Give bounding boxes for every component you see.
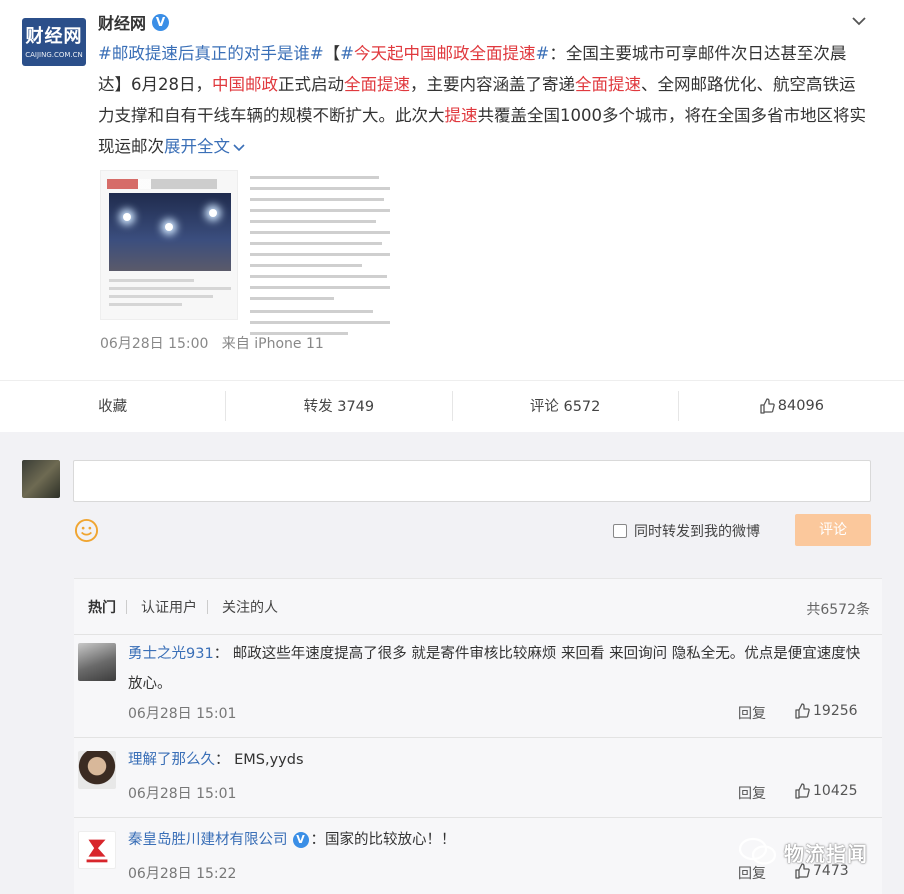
comment-avatar[interactable] [78, 643, 116, 681]
forward-button[interactable]: 转发 3749 [225, 390, 451, 421]
chevron-down-icon [233, 143, 245, 151]
post-meta: 06月28日 15:00 来自 iPhone 11 [100, 333, 324, 353]
expand-label: 展开全文 [164, 137, 230, 156]
author-name[interactable]: 财经网 [98, 10, 146, 34]
post-text-segment: 【 [323, 44, 341, 63]
author-avatar[interactable]: 财经网 CAIJING.COM.CN [22, 18, 86, 66]
avatar-logo-text: 财经网 [25, 26, 83, 47]
filter-hot[interactable]: 热门 [74, 597, 126, 617]
forward-to-weibo-option[interactable]: 同时转发到我的微博 [613, 521, 760, 541]
comment-author[interactable]: 秦皇岛胜川建材有限公司 [128, 825, 288, 855]
post-images [100, 170, 390, 335]
comment-like-button[interactable]: 10425 [794, 783, 858, 799]
comment-label: 评论 6572 [529, 399, 601, 415]
filter-following[interactable]: 关注的人 [208, 597, 288, 617]
comment-item: 理解了那么久： EMS,yyds 06月28日 15:01 回复 10425 [74, 739, 882, 817]
thumbs-up-icon [795, 783, 810, 799]
thumbs-up-icon [795, 703, 810, 719]
collect-button[interactable]: 收藏 [0, 391, 225, 421]
forward-checkbox-label: 同时转发到我的微博 [634, 524, 760, 540]
post-text-segment[interactable]: #今天起中国邮政全面提速# [340, 44, 549, 63]
forward-label: 转发 3749 [303, 399, 375, 415]
comment-author[interactable]: 勇士之光931 [128, 646, 214, 662]
emoji-icon[interactable] [74, 518, 99, 543]
author-name-row[interactable]: 财经网 V [98, 10, 170, 34]
comment-button[interactable]: 评论 6572 [451, 390, 678, 421]
comment-item: 勇士之光931： 邮政这些年速度提高了很多 就是寄件审核比较麻烦 来回看 来回询… [74, 635, 882, 739]
comment-like-count: 10425 [813, 783, 858, 799]
comment-like-button[interactable]: 19256 [794, 703, 858, 719]
verified-icon: V [152, 13, 170, 31]
thumbs-up-icon [760, 397, 775, 414]
comment-author[interactable]: 理解了那么久 [128, 752, 215, 768]
post-text-segment[interactable]: 全面提速 [575, 75, 641, 94]
post-text: #邮政提速后真正的对手是谁#【#今天起中国邮政全面提速#：全国主要城市可享邮件次… [98, 38, 866, 162]
comment-filters: 热门 认证用户 关注的人 共6572条 [74, 579, 882, 635]
comment-separator: ： [213, 646, 229, 662]
post-text-segment[interactable]: #邮政提速后真正的对手是谁# [98, 44, 324, 63]
expand-full-text-link[interactable]: 展开全文 [164, 137, 246, 156]
weibo-post: 财经网 CAIJING.COM.CN 财经网 V #邮政提速后真正的对手是谁#【… [0, 0, 904, 432]
post-actions-bar: 收藏 转发 3749 评论 6572 84096 [0, 380, 904, 430]
post-time[interactable]: 06月28日 15:00 [100, 336, 208, 352]
chevron-down-icon[interactable] [848, 10, 870, 32]
comment-separator: ： [310, 832, 326, 848]
watermark: 物流指闻 [738, 836, 868, 868]
post-text-segment: 正式启动 [278, 75, 344, 94]
comment-body: 勇士之光931： 邮政这些年速度提高了很多 就是寄件审核比较麻烦 来回看 来回询… [128, 639, 868, 699]
comment-divider [74, 817, 882, 818]
comment-text: 邮政这些年速度提高了很多 就是寄件审核比较麻烦 来回看 来回询问 隐私全无。优点… [128, 646, 861, 692]
current-user-avatar[interactable] [22, 460, 60, 498]
post-text-segment: ，主要内容涵盖了寄递 [410, 75, 575, 94]
comment-input[interactable] [73, 460, 871, 502]
comment-time: 06月28日 15:01 [128, 706, 237, 722]
avatar-logo-sub: CAIJING.COM.CN [25, 51, 83, 59]
comment-separator: ： [215, 752, 230, 768]
post-text-segment[interactable]: 全面提速 [344, 75, 410, 94]
post-text-segment[interactable]: 中国邮政 [212, 75, 278, 94]
post-source: 来自 iPhone 11 [221, 336, 324, 352]
comment-time: 06月28日 15:22 [128, 866, 237, 882]
verified-icon: V [292, 832, 309, 848]
like-count: 84096 [777, 397, 824, 414]
comment-body: 理解了那么久： EMS,yyds [128, 745, 868, 775]
company-logo-icon [86, 839, 108, 863]
comment-avatar[interactable] [78, 831, 116, 869]
comment-avatar[interactable] [78, 751, 116, 789]
comment-total: 共6572条 [806, 602, 870, 618]
like-button[interactable]: 84096 [677, 390, 904, 421]
watermark-text: 物流指闻 [784, 841, 868, 866]
filter-verified[interactable]: 认证用户 [127, 597, 207, 617]
comment-time: 06月28日 15:01 [128, 786, 237, 802]
reply-button[interactable]: 回复 [738, 783, 766, 803]
reply-button[interactable]: 回复 [738, 703, 766, 723]
comment-like-count: 19256 [813, 703, 858, 719]
post-image-1[interactable] [100, 170, 238, 320]
forward-checkbox[interactable] [613, 524, 627, 538]
post-text-segment[interactable]: 提速 [445, 106, 478, 125]
airport-photo [109, 193, 231, 271]
image-header-bar [107, 179, 217, 189]
comments-panel: 同时转发到我的微博 评论 热门 认证用户 关注的人 共6572条 勇士之光931… [0, 432, 904, 894]
submit-comment-button[interactable]: 评论 [795, 514, 871, 546]
comment-divider [74, 737, 882, 738]
wechat-icon [738, 837, 777, 865]
collect-label: 收藏 [98, 399, 128, 415]
comment-text: 国家的比较放心！！ [325, 832, 456, 848]
image-text-lines [109, 279, 231, 311]
post-image-2[interactable] [250, 170, 390, 335]
comment-text: EMS,yyds [234, 752, 304, 768]
